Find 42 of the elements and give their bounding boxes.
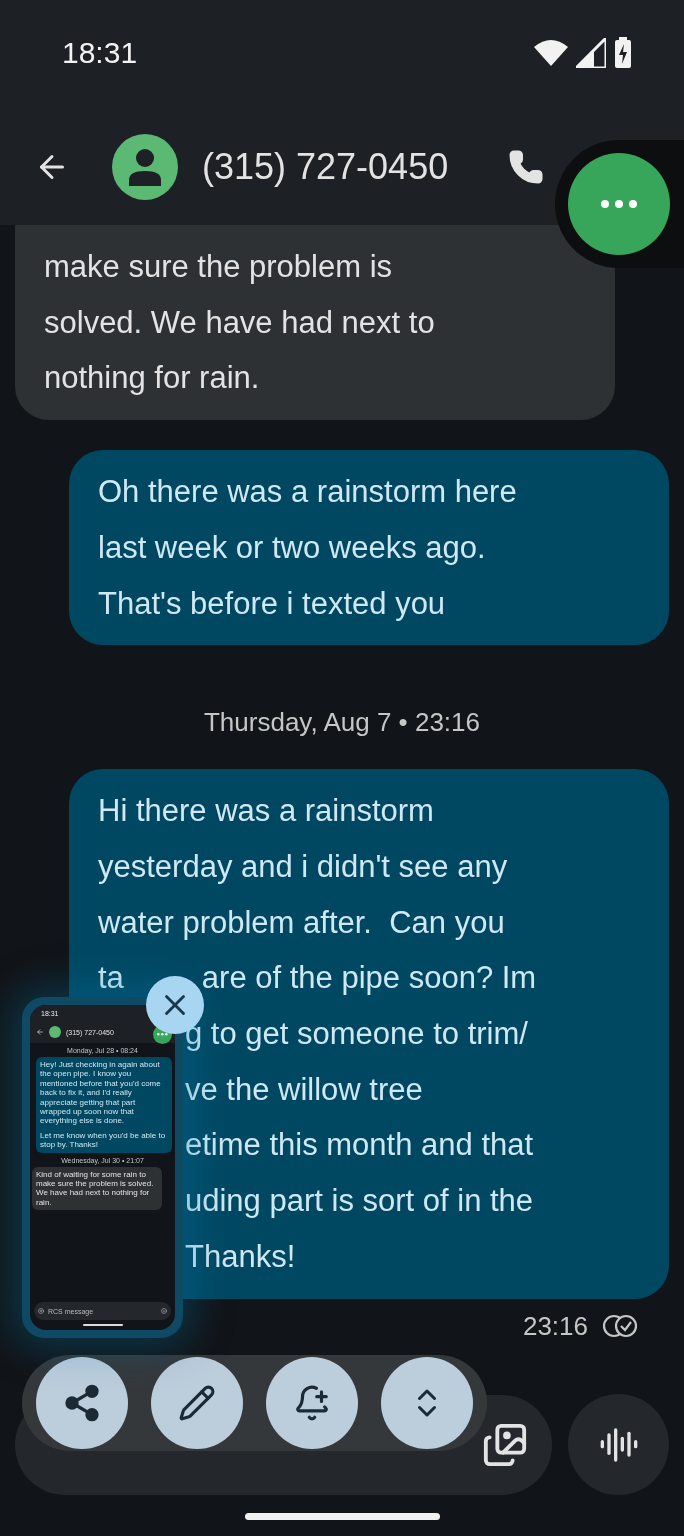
message-text: water problem after. Can you — [98, 903, 505, 942]
gallery-button[interactable] — [482, 1421, 528, 1468]
more-icon — [157, 1033, 168, 1036]
message-text: etime this month and that — [185, 1126, 534, 1165]
home-indicator — [82, 1324, 123, 1326]
signal-icon — [576, 38, 606, 68]
message-text: uding part is sort of in the — [185, 1182, 534, 1221]
expand-button[interactable] — [381, 1357, 473, 1449]
gallery-icon — [482, 1421, 528, 1468]
battery-icon — [614, 37, 632, 69]
message-text: make sure the problem is — [44, 248, 393, 286]
message-text: ta — [98, 959, 124, 998]
status-time: 18:31 — [62, 36, 138, 70]
share-icon — [62, 1383, 102, 1423]
message-text: Let me know when you'd be able to stop by. Thanks! — [40, 1130, 167, 1150]
message-text: last week or two weeks ago. — [98, 528, 486, 567]
contact-name: (315) 727-0450 — [202, 145, 449, 188]
wifi-icon — [534, 40, 568, 66]
message-text: yesterday and i didn't see any — [98, 847, 508, 886]
read-icon — [602, 1314, 638, 1339]
bell-plus-icon — [293, 1384, 331, 1422]
pencil-icon — [178, 1384, 216, 1422]
more-icon — [601, 200, 637, 208]
message-text: nothing for rain. — [44, 359, 260, 398]
message-text: Hi there was a rainstorm — [98, 792, 434, 831]
message-text: are of the pipe soon? Im — [201, 959, 537, 998]
message-text: solved. We have had next to — [44, 303, 435, 342]
message-text: Hey! Just checking in again about the open pipe. I know you mentioned before that you'd come back to fix it, and I'd really appreciate getting that part wrapped up soon now that everything else is done. — [40, 1060, 162, 1126]
message-text: ve the willow tree — [185, 1070, 423, 1109]
back-icon — [36, 1028, 44, 1036]
message-text: Kind of waiting for some rain to make sure the problem is solved. We have had next to nothing for rain. — [36, 1169, 155, 1208]
message-text: That's before i texted you — [98, 584, 446, 623]
message-text: Oh there was a rainstorm here — [98, 473, 517, 512]
screenshot-thumbnail[interactable] — [22, 997, 183, 1338]
message-text: g to get someone to trim/ — [185, 1015, 528, 1054]
message-text: Thanks! — [185, 1237, 296, 1276]
person-icon — [127, 147, 163, 186]
share-button[interactable] — [36, 1357, 128, 1449]
message-time: 23:16 — [522, 1310, 588, 1342]
call-button[interactable] — [508, 148, 545, 185]
date-divider: Thursday, Aug 7 • 23:16 — [203, 709, 481, 736]
contact-avatar — [49, 1026, 61, 1038]
